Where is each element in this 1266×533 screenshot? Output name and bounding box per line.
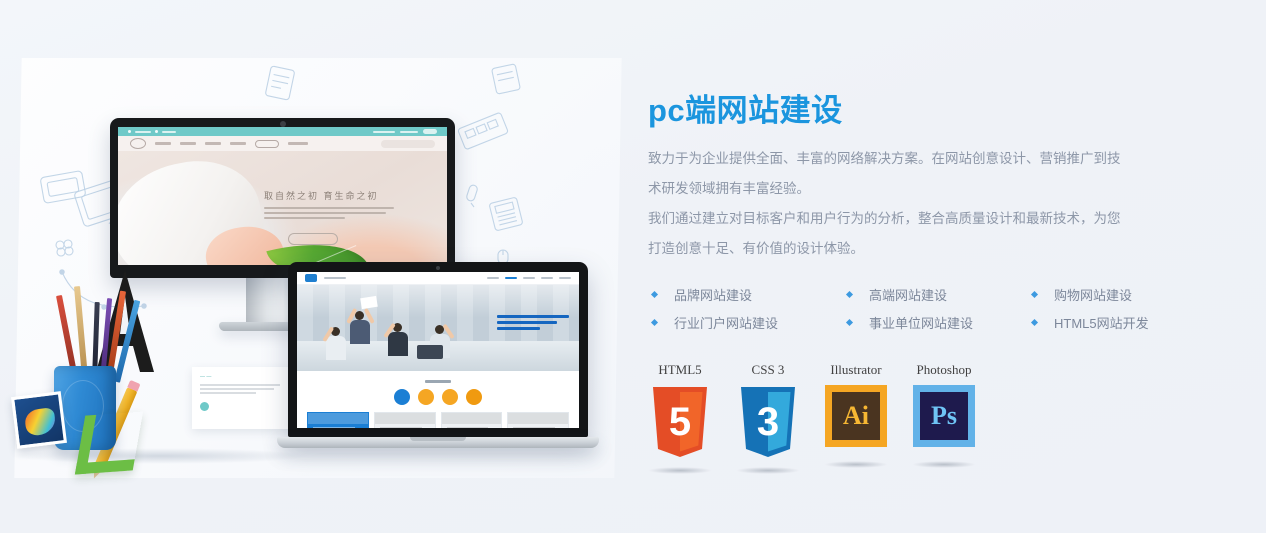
badge-shadow (648, 467, 712, 475)
feature-item-portal: 行业门户网站建设 (648, 313, 843, 332)
colored-pencil (73, 286, 88, 379)
badge-shadow (824, 461, 888, 469)
description-line: 致力于为企业提供全面、丰富的网络解决方案。在网站创意设计、营销推广到技 (648, 151, 1121, 167)
description-line: 术研发领域拥有丰富经验。 (648, 181, 810, 197)
card-item[interactable] (373, 412, 436, 428)
svg-text:3: 3 (757, 400, 779, 444)
photo-card (11, 391, 67, 449)
description-line: 我们通过建立对目标客户和用户行为的分析，整合高质量设计和最新技术，为您 (648, 211, 1121, 227)
card-item[interactable] (307, 412, 369, 428)
triangle-ruler (74, 411, 144, 475)
badge-shadow (736, 467, 800, 475)
illustrator-icon: Ai (825, 385, 887, 448)
badge-photoshop: Photoshop Ps (912, 362, 976, 469)
feature-item-institution: 事业单位网站建设 (843, 313, 1028, 332)
product-visual: 取自然之初 育生命之初 — — (0, 0, 640, 533)
feature-item-brand: 品牌网站建设 (648, 285, 843, 304)
badge-label: Photoshop (916, 362, 972, 378)
badge-label: CSS 3 (751, 362, 785, 378)
info-panel: pc端网站建设 致力于为企业提供全面、丰富的网络解决方案。在网站创意设计、营销推… (648, 93, 1228, 475)
monitor-bezel: 取自然之初 育生命之初 (110, 118, 455, 278)
html5-icon: 5 (653, 387, 707, 458)
page-title: pc端网站建设 (648, 93, 843, 128)
description-line: 打造创意十足、有价值的设计体验。 (648, 241, 864, 257)
badge-css3: CSS 3 3 (736, 362, 800, 475)
technology-badges: HTML5 5 CSS 3 3 Illustrator Ai Photoshop… (648, 362, 1228, 475)
desk-supplies (11, 268, 214, 478)
site-subtext (264, 207, 394, 222)
site-hero: 取自然之初 育生命之初 (118, 151, 447, 265)
corporate-site-nav (297, 272, 579, 285)
feature-item-html5: HTML5网站开发 (1028, 313, 1228, 332)
badge-sketch (265, 65, 295, 101)
illustrator-glyph: Ai (832, 392, 880, 441)
corporate-section (297, 371, 579, 428)
card-item[interactable] (440, 412, 503, 428)
card-item[interactable] (507, 412, 569, 428)
corporate-cards (307, 412, 569, 428)
badge-label: Illustrator (830, 362, 882, 378)
badge-label: HTML5 (658, 362, 702, 378)
css3-icon: 3 (741, 387, 795, 458)
monitor-screen: 取自然之初 育生命之初 (118, 127, 447, 265)
promo-banner: 取自然之初 育生命之初 — — pc端网站建设 致力于为企业提供全面、丰富的网络… (0, 0, 1266, 533)
description-block: 致力于为企业提供全面、丰富的网络解决方案。在网站创意设计、营销推广到技 术研发领… (648, 144, 1228, 264)
feature-item-shopping: 购物网站建设 (1028, 285, 1228, 304)
badge-illustrator: Illustrator Ai (824, 362, 888, 469)
calculator-sketch (489, 197, 523, 231)
photoshop-glyph: Ps (920, 392, 968, 441)
keyboard-sketch (457, 112, 509, 150)
site-nav (118, 136, 447, 151)
laptop-trackpad-notch (410, 437, 466, 441)
laptop-camera-icon (436, 265, 440, 270)
site-topbar (118, 127, 447, 136)
clip-sketch (491, 63, 521, 95)
badge-html5: HTML5 5 (648, 362, 712, 475)
hero-banner-text (497, 315, 569, 333)
laptop-screen (297, 272, 579, 428)
laptop-base (277, 437, 599, 448)
photoshop-icon: Ps (913, 385, 975, 448)
corporate-logo (305, 274, 317, 282)
site-cta-button[interactable] (288, 233, 338, 245)
badge-shadow (912, 461, 976, 469)
site-headline: 取自然之初 育生命之初 (264, 191, 379, 201)
feature-list: 品牌网站建设 高端网站建设 购物网站建设 行业门户网站建设 事业单位网站建设 H… (648, 280, 1228, 336)
pen-sketch (466, 184, 478, 208)
laptop-lid (288, 262, 588, 437)
laptop-device (277, 262, 599, 448)
flower-sketch (55, 239, 74, 257)
corporate-hero-image (297, 285, 579, 371)
feature-circles (307, 389, 569, 405)
feature-item-highend: 高端网站建设 (843, 285, 1028, 304)
svg-text:5: 5 (669, 400, 691, 444)
